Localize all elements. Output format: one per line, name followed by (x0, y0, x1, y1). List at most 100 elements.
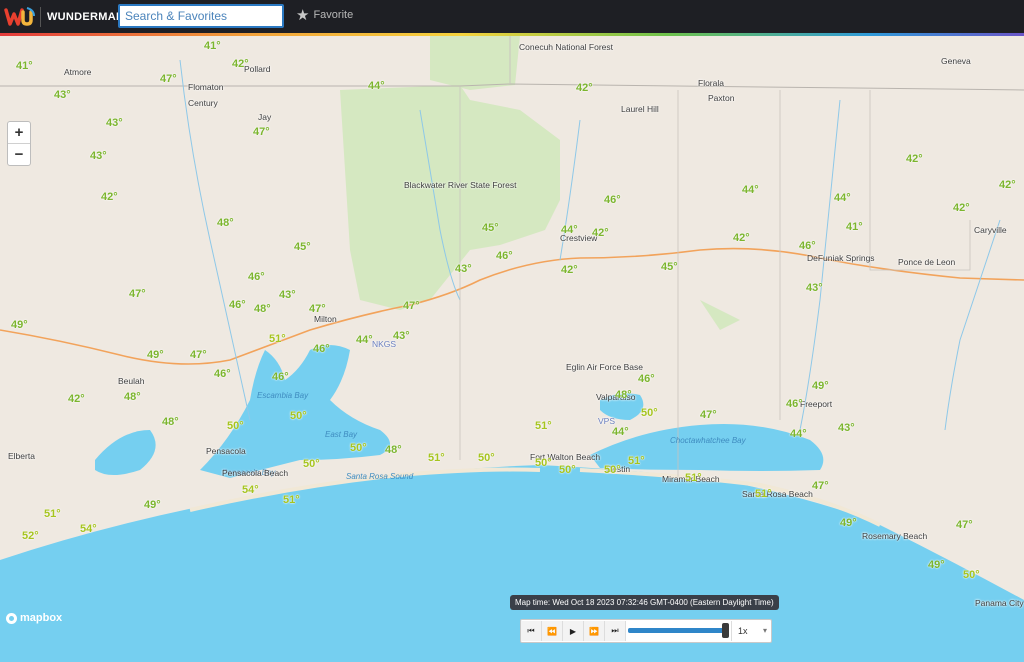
temperature-marker[interactable]: 43° (279, 289, 296, 301)
temperature-marker[interactable]: 44° (742, 184, 759, 196)
temperature-marker[interactable]: 42° (999, 179, 1016, 191)
temperature-marker[interactable]: 54° (242, 484, 259, 496)
play-button[interactable]: ▶ (563, 621, 584, 641)
temperature-marker[interactable]: 49° (147, 349, 164, 361)
temperature-marker[interactable]: 47° (403, 300, 420, 312)
temperature-marker[interactable]: 50° (227, 420, 244, 432)
temperature-marker[interactable]: 49° (11, 319, 28, 331)
temperature-marker[interactable]: 43° (90, 150, 107, 162)
temperature-marker[interactable]: 54° (80, 523, 97, 535)
temperature-marker[interactable]: 49° (840, 517, 857, 529)
temperature-marker[interactable]: 49° (144, 499, 161, 511)
temperature-marker[interactable]: 50° (290, 410, 307, 422)
skip-to-start-button[interactable]: ⏮ (521, 621, 542, 641)
zoom-in-button[interactable]: + (8, 122, 30, 144)
temperature-marker[interactable]: 45° (661, 261, 678, 273)
temperature-marker[interactable]: 42° (592, 227, 609, 239)
temperature-marker[interactable]: 43° (106, 117, 123, 129)
temperature-marker[interactable]: 48° (254, 303, 271, 315)
temperature-marker[interactable]: 42° (232, 58, 249, 70)
temperature-marker[interactable]: 42° (906, 153, 923, 165)
speed-select[interactable]: 1x (731, 621, 771, 641)
temperature-marker[interactable]: 46° (313, 343, 330, 355)
temperature-marker[interactable]: 42° (68, 393, 85, 405)
temperature-marker[interactable]: 43° (393, 330, 410, 342)
temperature-marker[interactable]: 50° (641, 407, 658, 419)
mapbox-attribution[interactable]: mapbox (6, 612, 62, 624)
temperature-marker[interactable]: 47° (812, 480, 829, 492)
rewind-button[interactable]: ⏪ (542, 621, 563, 641)
map-canvas[interactable]: Escambia Bay East Bay Pensacola Bay Sant… (0, 36, 1024, 662)
temperature-marker[interactable]: 51° (428, 452, 445, 464)
temperature-marker[interactable]: 44° (834, 192, 851, 204)
fast-forward-button[interactable]: ⏩ (584, 621, 605, 641)
skip-to-end-button[interactable]: ⏭ (605, 621, 626, 641)
temperature-marker[interactable]: 48° (162, 416, 179, 428)
temperature-marker[interactable]: 48° (217, 217, 234, 229)
timeline-slider[interactable] (626, 621, 731, 641)
temperature-marker[interactable]: 46° (638, 373, 655, 385)
temperature-marker[interactable]: 46° (214, 368, 231, 380)
favorite-button[interactable]: ★ Favorite (296, 8, 353, 23)
temperature-marker[interactable]: 48° (385, 444, 402, 456)
temperature-marker[interactable]: 43° (838, 422, 855, 434)
rewind-icon: ⏪ (547, 626, 557, 636)
temperature-marker[interactable]: 42° (576, 82, 593, 94)
temperature-marker[interactable]: 50° (478, 452, 495, 464)
logo[interactable]: WUNDERMAP (4, 6, 124, 28)
temperature-marker[interactable]: 50° (303, 458, 320, 470)
temperature-marker[interactable]: 42° (953, 202, 970, 214)
temperature-marker[interactable]: 49° (812, 380, 829, 392)
temperature-marker[interactable]: 47° (190, 349, 207, 361)
temperature-marker[interactable]: 51° (685, 472, 702, 484)
zoom-out-button[interactable]: − (8, 144, 30, 165)
temperature-marker[interactable]: 42° (561, 264, 578, 276)
temperature-marker[interactable]: 50° (350, 442, 367, 454)
temperature-marker[interactable]: 44° (612, 426, 629, 438)
temperature-marker[interactable]: 48° (615, 389, 632, 401)
temperature-marker[interactable]: 52° (22, 530, 39, 542)
temperature-marker[interactable]: 47° (956, 519, 973, 531)
temperature-marker[interactable]: 44° (356, 334, 373, 346)
temperature-marker[interactable]: 48° (124, 391, 141, 403)
temperature-marker[interactable]: 51° (755, 488, 772, 500)
temperature-marker[interactable]: 51° (44, 508, 61, 520)
temperature-marker[interactable]: 47° (309, 303, 326, 315)
temperature-marker[interactable]: 46° (496, 250, 513, 262)
temperature-marker[interactable]: 51° (628, 455, 645, 467)
temperature-marker[interactable]: 41° (204, 40, 221, 52)
temperature-marker[interactable]: 41° (16, 60, 33, 72)
temperature-marker[interactable]: 47° (700, 409, 717, 421)
temperature-marker[interactable]: 50° (535, 457, 552, 469)
temperature-marker[interactable]: 47° (253, 126, 270, 138)
temperature-marker[interactable]: 51° (283, 494, 300, 506)
temperature-marker[interactable]: 47° (129, 288, 146, 300)
temperature-marker[interactable]: 45° (482, 222, 499, 234)
temperature-marker[interactable]: 50° (604, 464, 621, 476)
timeline-handle[interactable] (722, 623, 729, 638)
temperature-marker[interactable]: 44° (561, 224, 578, 236)
temperature-marker[interactable]: 44° (368, 80, 385, 92)
temperature-marker[interactable]: 46° (248, 271, 265, 283)
temperature-marker[interactable]: 46° (786, 398, 803, 410)
place-label: Panama City Beach (975, 598, 1024, 608)
temperature-marker[interactable]: 46° (229, 299, 246, 311)
temperature-marker[interactable]: 43° (455, 263, 472, 275)
temperature-marker[interactable]: 50° (559, 464, 576, 476)
temperature-marker[interactable]: 44° (790, 428, 807, 440)
temperature-marker[interactable]: 42° (733, 232, 750, 244)
search-input[interactable] (118, 4, 284, 28)
temperature-marker[interactable]: 51° (269, 333, 286, 345)
temperature-marker[interactable]: 46° (799, 240, 816, 252)
temperature-marker[interactable]: 42° (101, 191, 118, 203)
temperature-marker[interactable]: 43° (54, 89, 71, 101)
temperature-marker[interactable]: 47° (160, 73, 177, 85)
temperature-marker[interactable]: 46° (272, 371, 289, 383)
temperature-marker[interactable]: 49° (928, 559, 945, 571)
temperature-marker[interactable]: 43° (806, 282, 823, 294)
temperature-marker[interactable]: 46° (604, 194, 621, 206)
temperature-marker[interactable]: 45° (294, 241, 311, 253)
temperature-marker[interactable]: 51° (535, 420, 552, 432)
temperature-marker[interactable]: 41° (846, 221, 863, 233)
temperature-marker[interactable]: 50° (963, 569, 980, 581)
